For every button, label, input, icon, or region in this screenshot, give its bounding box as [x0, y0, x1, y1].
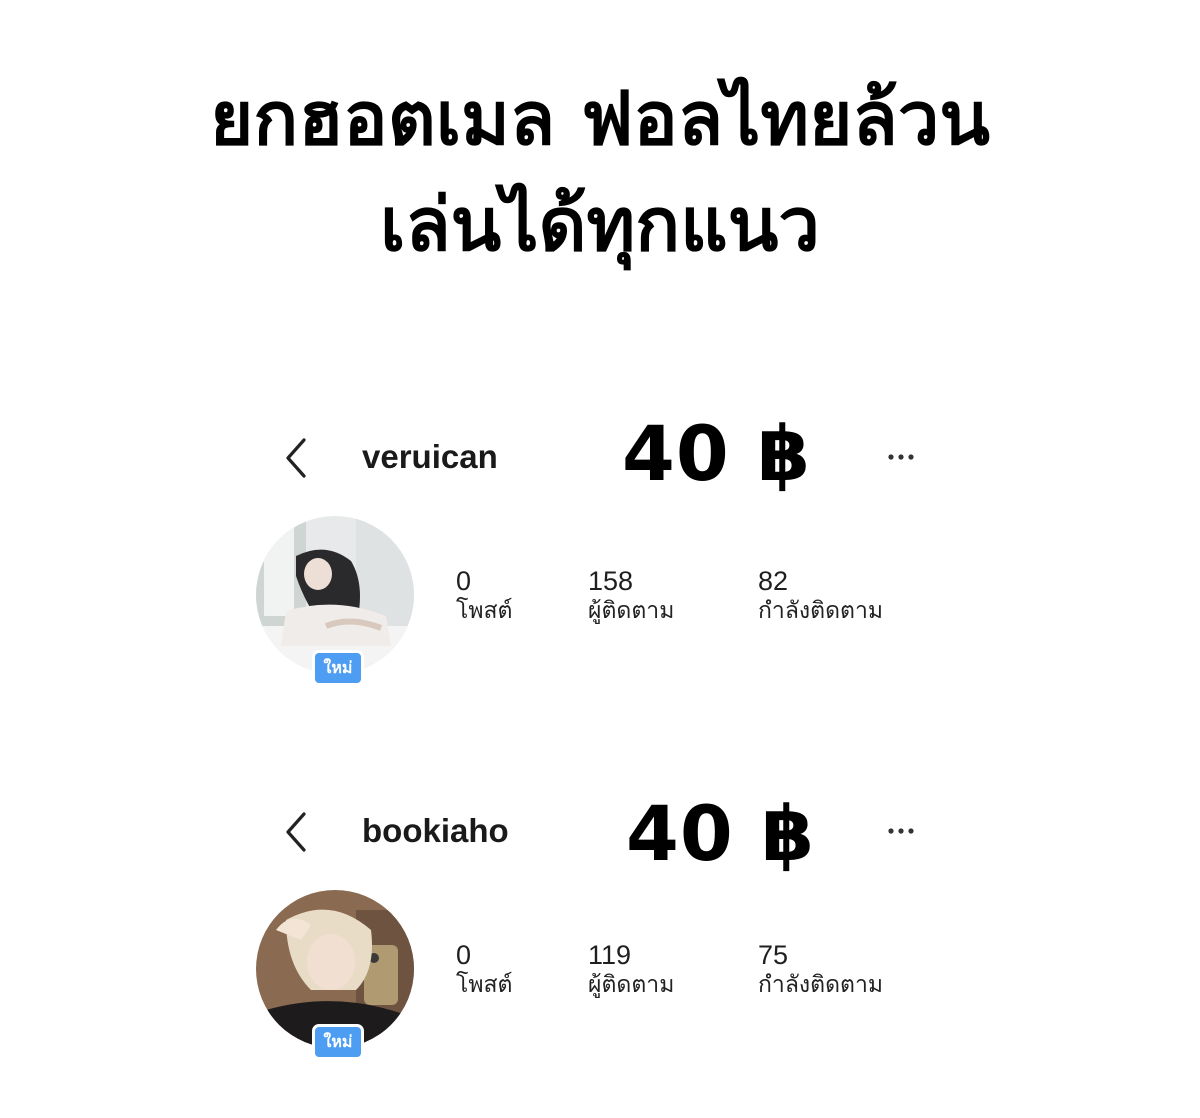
followers-label: ผู้ติดตาม: [588, 598, 675, 624]
profile-avatar[interactable]: ใหม่: [256, 516, 414, 686]
following-label: กำลังติดตาม: [758, 972, 884, 998]
following-count: 75: [758, 940, 789, 970]
stat-posts[interactable]: 0 โพสต์: [456, 566, 513, 626]
stat-following[interactable]: 75 กำลังติดตาม: [758, 940, 883, 1000]
back-chevron-icon[interactable]: [280, 436, 314, 480]
following-count: 82: [758, 566, 789, 596]
followers-label: ผู้ติดตาม: [588, 972, 675, 998]
more-options-icon[interactable]: [886, 823, 920, 837]
back-chevron-icon[interactable]: [280, 810, 314, 854]
price-label: 40 ฿: [622, 409, 812, 498]
posts-label: โพสต์: [456, 598, 513, 624]
followers-count: 119: [588, 940, 632, 970]
username: veruican: [362, 438, 498, 475]
posts-count: 0: [456, 566, 472, 596]
following-label: กำลังติดตาม: [758, 598, 884, 624]
posts-label: โพสต์: [456, 972, 513, 998]
profile-avatar[interactable]: ใหม่: [256, 890, 414, 1060]
stat-following[interactable]: 82 กำลังติดตาม: [758, 566, 883, 626]
stat-followers[interactable]: 158 ผู้ติดตาม: [588, 566, 674, 626]
account-card-veruican: veruican 40 ฿ ใหม่ 0 โพสต์ 158 ผู้ติดตาม…: [0, 400, 1200, 700]
more-options-icon[interactable]: [886, 449, 920, 463]
headline-line-1: ยกฮอตเมล ฟอลไทยล้วน: [209, 76, 991, 162]
stat-posts[interactable]: 0 โพสต์: [456, 940, 513, 1000]
username: bookiaho: [362, 812, 509, 849]
account-card-bookiaho: bookiaho 40 ฿ ใหม่ 0 โพสต์ 119 ผู้ติดตาม…: [0, 778, 1200, 1078]
posts-count: 0: [456, 940, 472, 970]
followers-count: 158: [588, 566, 634, 596]
headline-line-2: เล่นได้ทุกแนว: [380, 182, 820, 268]
stat-followers[interactable]: 119 ผู้ติดตาม: [588, 940, 674, 1000]
new-badge: ใหม่: [312, 1024, 364, 1060]
price-label: 40 ฿: [626, 789, 816, 878]
new-badge: ใหม่: [312, 650, 364, 686]
